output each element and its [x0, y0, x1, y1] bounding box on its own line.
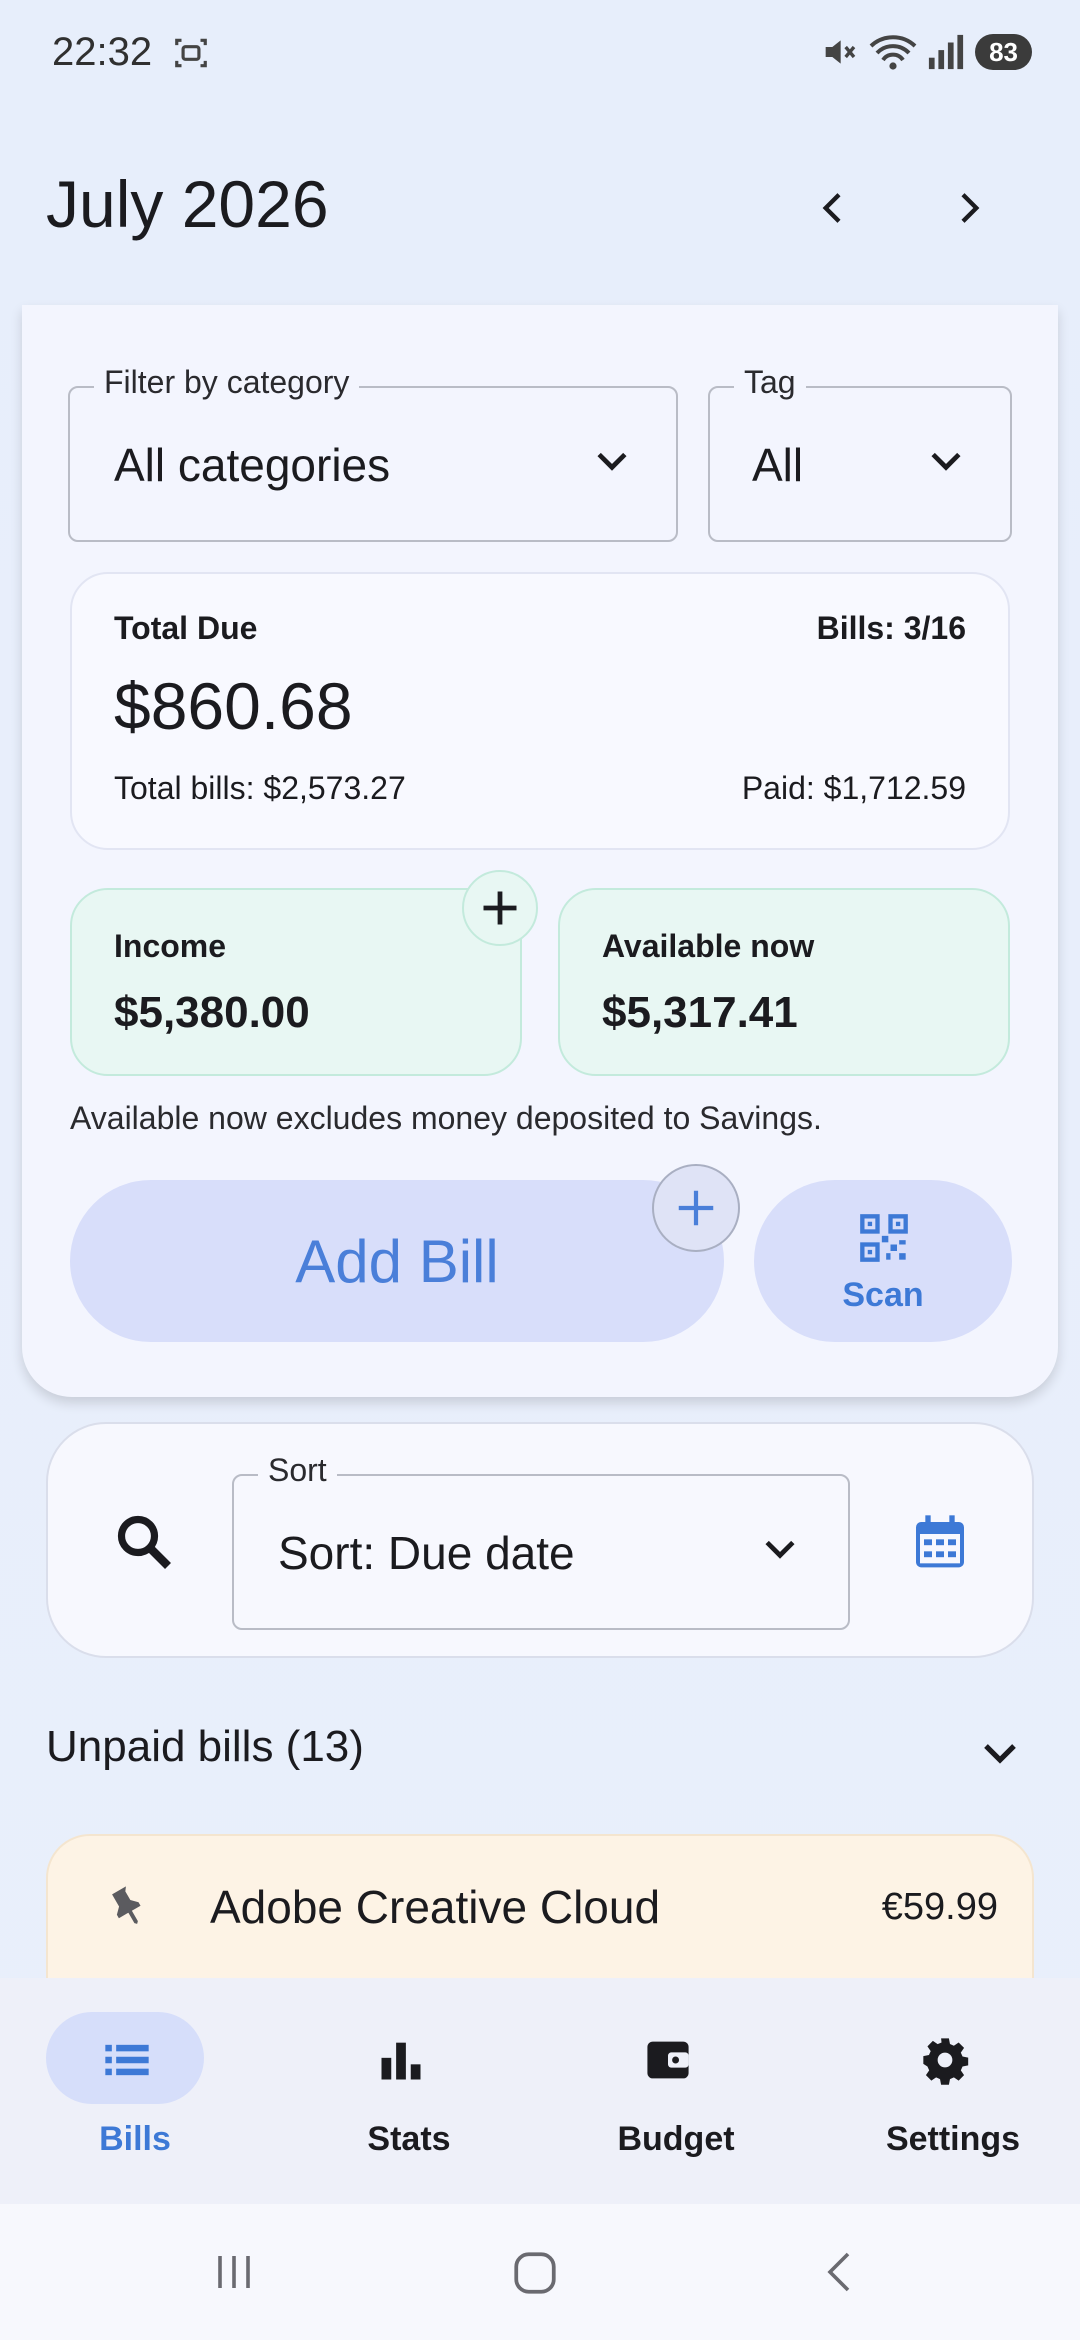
nav-label-budget: Budget: [617, 2120, 735, 2158]
income-amount: $5,380.00: [114, 988, 310, 1037]
bills-count: Bills: 3/16: [816, 610, 966, 646]
category-filter-label: Filter by category: [94, 364, 360, 401]
plus-icon: [483, 891, 517, 925]
nav-tab-stats[interactable]: Stats: [274, 1978, 544, 2204]
sort-select[interactable]: Sort Sort: Due date: [232, 1452, 850, 1630]
recent-apps-icon: [218, 2256, 250, 2288]
tag-filter-value: All: [752, 439, 804, 491]
nav-tab-bills[interactable]: Bills: [0, 1978, 270, 2204]
chevron-down-icon: [984, 1744, 1016, 1764]
bar-chart-icon: [381, 2042, 421, 2080]
back-button[interactable]: [816, 2248, 864, 2296]
add-bill-label: Add Bill: [295, 1227, 499, 1295]
category-filter-value: All categories: [114, 439, 391, 491]
add-income-button[interactable]: [462, 870, 538, 946]
status-icons: 83: [819, 32, 1032, 72]
paid-amount: Paid: $1,712.59: [741, 770, 966, 806]
bill-price: €59.99: [881, 1886, 998, 1928]
quick-add-bill-button[interactable]: [652, 1164, 740, 1252]
status-bar: 22:32 83: [0, 0, 1080, 110]
tag-filter-select[interactable]: Tag All: [708, 364, 1012, 542]
unpaid-bills-title: Unpaid bills (13): [46, 1722, 364, 1771]
scan-button[interactable]: Scan: [754, 1180, 1012, 1342]
nav-label-settings: Settings: [885, 2120, 1021, 2158]
search-sort-bar: Sort Sort: Due date: [46, 1422, 1034, 1658]
chevron-right-icon: [961, 193, 980, 223]
nav-tab-budget[interactable]: Budget: [541, 1978, 811, 2204]
total-due-card: Total Due Bills: 3/16 $860.68 Total bill…: [70, 572, 1010, 850]
pin-icon: [112, 1886, 141, 1924]
chevron-down-icon: [597, 452, 627, 471]
income-card[interactable]: Income $5,380.00: [70, 888, 522, 1076]
chevron-down-icon: [931, 452, 961, 471]
tag-filter-label: Tag: [734, 364, 806, 401]
calendar-icon: [916, 1515, 964, 1568]
sort-label: Sort: [258, 1452, 337, 1489]
nav-tab-settings[interactable]: Settings: [818, 1978, 1080, 2204]
status-time: 22:32: [52, 30, 153, 74]
system-navigation-bar: [0, 2204, 1080, 2340]
collapse-unpaid-button[interactable]: [976, 1728, 1024, 1776]
chevron-down-icon: [765, 1540, 795, 1559]
qr-code-icon: [860, 1214, 908, 1262]
home-icon: [514, 2252, 556, 2294]
mute-icon: [825, 40, 856, 64]
next-month-button[interactable]: [930, 170, 1006, 246]
search-icon: [117, 1515, 171, 1569]
total-due-label: Total Due: [114, 610, 258, 646]
available-now-card: Available now $5,317.41: [558, 888, 1010, 1076]
available-label: Available now: [602, 928, 815, 964]
signal-icon: [928, 34, 964, 70]
list-icon: [105, 2044, 149, 2076]
calendar-button[interactable]: [908, 1510, 972, 1574]
bill-name: Adobe Creative Cloud: [210, 1881, 661, 1933]
bottom-navigation: Bills Stats Budget Settings: [0, 1978, 1080, 2204]
chevron-left-icon: [822, 193, 841, 223]
plus-icon: [678, 1190, 714, 1226]
wallet-icon: [647, 2041, 689, 2079]
total-bills: Total bills: $2,573.27: [114, 770, 406, 806]
recent-apps-button[interactable]: [210, 2248, 258, 2296]
back-icon: [827, 2252, 850, 2292]
app-screen: 22:32 83 July 2026 Filter by category Al…: [0, 0, 1080, 2340]
add-bill-button[interactable]: Add Bill: [70, 1180, 724, 1342]
nav-label-stats: Stats: [367, 2120, 451, 2158]
sort-value: Sort: Due date: [278, 1527, 575, 1579]
scan-label: Scan: [842, 1276, 924, 1314]
month-title: July 2026: [46, 167, 329, 241]
income-label: Income: [114, 928, 227, 964]
nav-label-bills: Bills: [99, 2120, 171, 2158]
savings-note: Available now excludes money deposited t…: [70, 1100, 822, 1136]
available-amount: $5,317.41: [602, 988, 798, 1037]
gear-icon: [923, 2038, 969, 2085]
previous-month-button[interactable]: [796, 170, 872, 246]
total-due-amount: $860.68: [114, 669, 353, 743]
home-button[interactable]: [510, 2248, 560, 2298]
wifi-icon: [869, 35, 917, 70]
battery-indicator: 83: [975, 34, 1032, 70]
search-button[interactable]: [108, 1506, 180, 1578]
category-filter-select[interactable]: Filter by category All categories: [68, 364, 678, 542]
screenshot-icon: [175, 38, 207, 68]
